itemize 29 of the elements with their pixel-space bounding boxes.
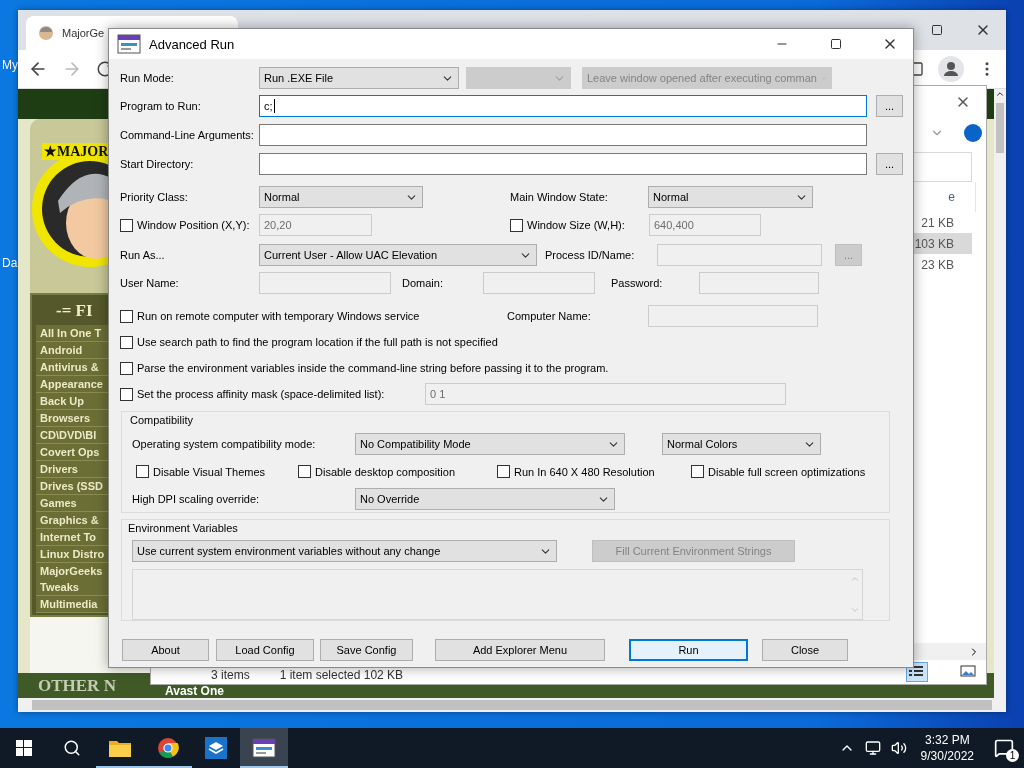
checkbox-label: Disable full screen optimizations <box>708 464 866 480</box>
date-text: 9/30/2022 <box>920 748 974 764</box>
field-label: Process ID/Name: <box>545 248 636 263</box>
field-label: Main Window State: <box>510 190 609 205</box>
checkbox-label: Run on remote computer with temporary Windows service <box>137 309 420 324</box>
notification-count: 1 <box>1006 749 1019 762</box>
window-title: Advanced Run <box>149 36 235 52</box>
field-label: Run Mode: <box>120 71 175 86</box>
field-label: Domain: <box>402 276 444 291</box>
field-label: Program to Run: <box>120 99 202 114</box>
field-label: User Name: <box>120 276 180 291</box>
field-label: Priority Class: <box>120 190 189 205</box>
checkbox-label: Disable Visual Themes <box>153 464 266 480</box>
field-label: Computer Name: <box>507 309 592 324</box>
checkbox-label: Disable desktop composition <box>315 464 456 480</box>
checkbox-label: Window Size (W,H): <box>527 218 625 233</box>
time-text: 3:32 PM <box>924 732 970 748</box>
menu-heading: -= FI <box>56 301 93 321</box>
checkbox-label: Run In 640 X 480 Resolution <box>514 464 655 480</box>
field-label: Password: <box>611 276 664 291</box>
field-label: Command-Line Arguments: <box>120 128 255 143</box>
status-text: 1 item selected 102 KB <box>279 668 404 682</box>
tab-title: MajorGe <box>62 27 105 39</box>
status-text: 3 items <box>211 668 250 682</box>
logo-text: ★MAJOR <box>42 143 111 160</box>
field-label: Run As... <box>120 248 166 263</box>
field-label: Start Directory: <box>120 157 195 172</box>
section-heading: OTHER N <box>38 675 116 696</box>
checkbox-label: Window Position (X,Y): <box>137 218 250 233</box>
